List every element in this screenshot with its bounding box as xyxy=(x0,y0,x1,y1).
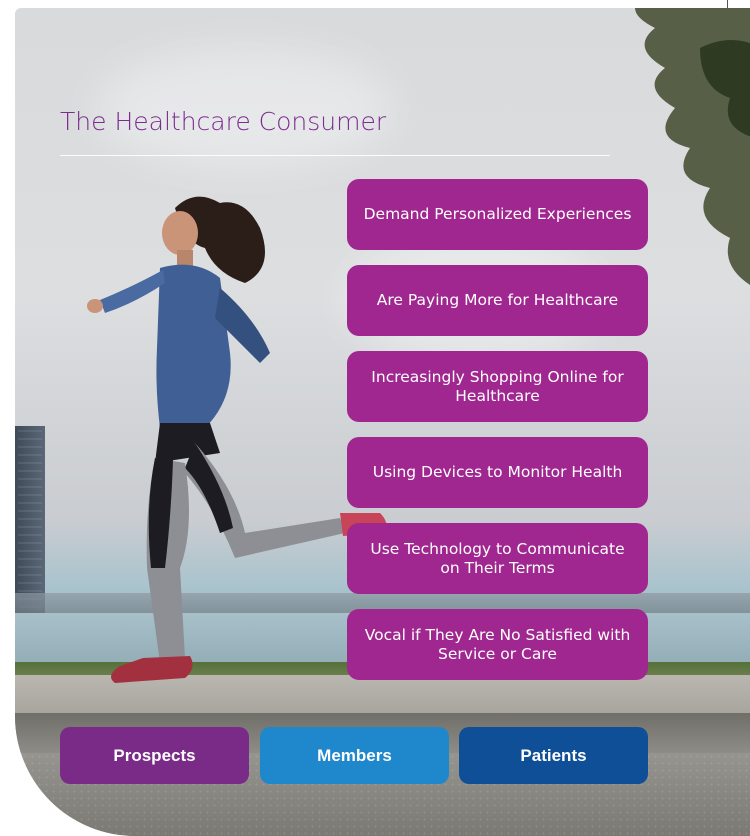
trait-paying-more: Are Paying More for Healthcare xyxy=(347,265,648,336)
trait-label: Are Paying More for Healthcare xyxy=(376,291,619,309)
trait-personalized: Demand Personalized Experiences xyxy=(347,179,648,250)
patients-label: Patients xyxy=(520,745,587,765)
members-label: Members xyxy=(317,745,392,765)
trait-devices: Using Devices to Monitor Health xyxy=(347,437,648,508)
prospects-label: Prospects xyxy=(113,745,196,765)
trait-label: Using Devices to Monitor Health xyxy=(372,463,623,481)
patients-button[interactable]: Patients xyxy=(459,727,648,784)
trait-label: Increasingly Shopping Online for Healthc… xyxy=(371,367,624,405)
hero-card: The Healthcare Consumer Demand Personali… xyxy=(15,8,750,836)
trait-label: Vocal if They Are No Satisfied with Serv… xyxy=(364,625,631,663)
trait-label: Demand Personalized Experiences xyxy=(363,205,632,223)
trait-technology: Use Technology to Communicate on Their T… xyxy=(347,523,648,594)
city-tower xyxy=(15,426,45,616)
title-divider xyxy=(60,155,610,156)
trait-shopping-online: Increasingly Shopping Online for Healthc… xyxy=(347,351,648,422)
prospects-button[interactable]: Prospects xyxy=(60,727,249,784)
trait-label: Use Technology to Communicate on Their T… xyxy=(370,539,625,577)
members-button[interactable]: Members xyxy=(260,727,449,784)
page-title: The Healthcare Consumer xyxy=(60,107,387,136)
trait-vocal: Vocal if They Are No Satisfied with Serv… xyxy=(347,609,648,680)
